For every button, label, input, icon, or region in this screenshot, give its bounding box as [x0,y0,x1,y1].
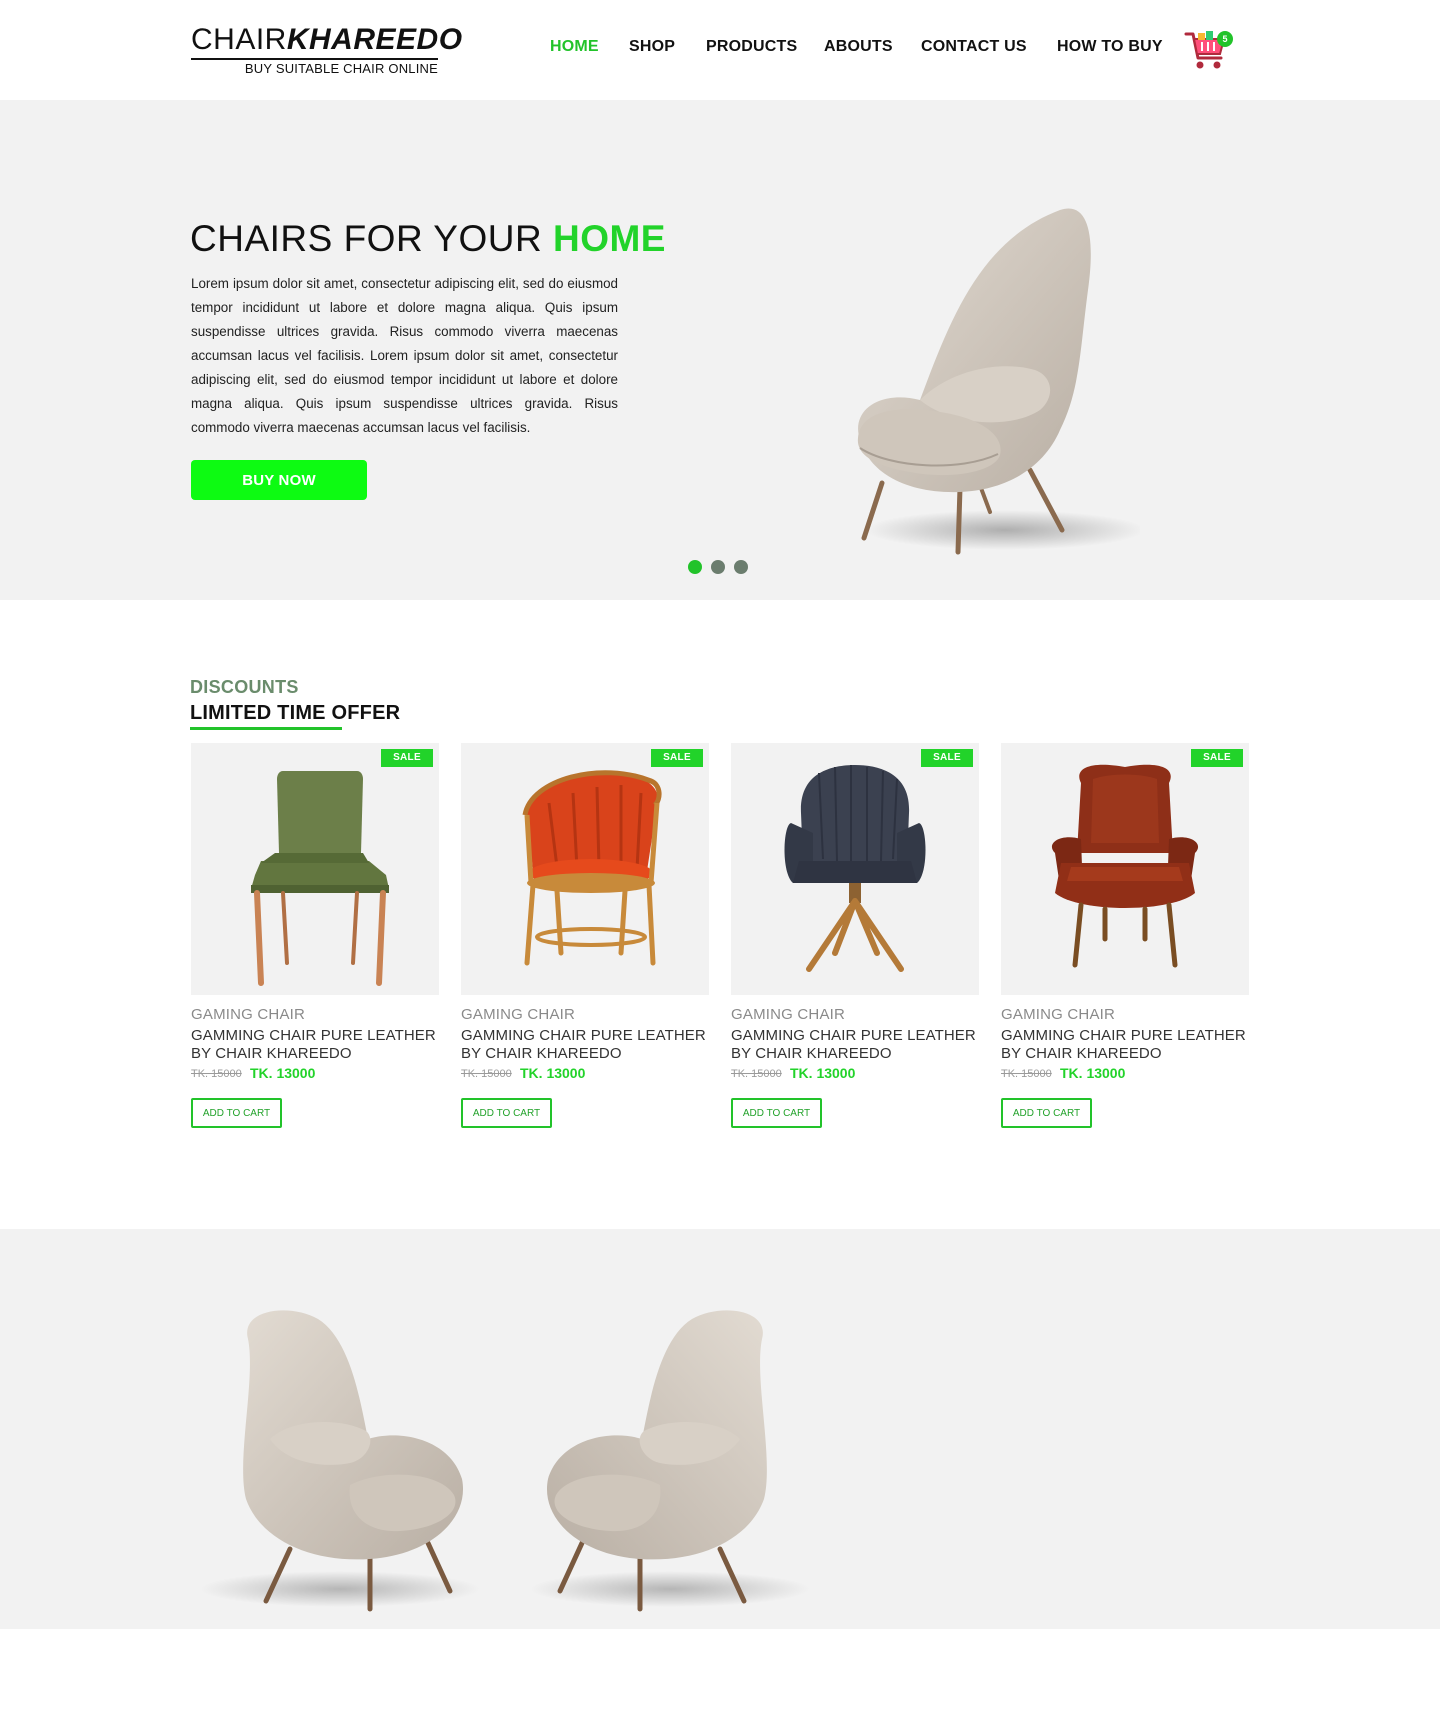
brown-wingback-chair-image [1051,764,1199,968]
nav-shop[interactable]: SHOP [629,38,675,56]
slider-dot-1[interactable] [688,560,702,574]
product-category: GAMING CHAIR [1001,1006,1116,1023]
promo-banner [0,1229,1440,1629]
product-image[interactable]: SALE [1001,743,1249,995]
product-price: TK. 13000 [520,1065,586,1081]
add-to-cart-button[interactable]: ADD TO CART [1001,1098,1092,1128]
sale-badge: SALE [651,749,703,767]
nav-abouts[interactable]: ABOUTS [824,38,893,56]
product-image[interactable]: SALE [731,743,979,995]
hero-banner: CHAIRS FOR YOUR HOME Lorem ipsum dolor s… [0,100,1440,600]
sale-badge: SALE [1191,749,1243,767]
product-card[interactable]: SALE GAMING CHAIR GAMMING CHAIR PURE LEA… [731,743,979,1133]
product-old-price: TK. 15000 [1001,1068,1052,1080]
product-card[interactable]: SALE GAMING CHAIR GAMMING CHAIR PURE LEA… [1001,743,1249,1133]
product-name[interactable]: GAMMING CHAIR PURE LEATHER BY CHAIR KHAR… [461,1027,709,1063]
product-card[interactable]: SALE GAMING CHAIR GAMMING CHAIR PURE LEA… [191,743,439,1133]
orange-barrel-chair-image [522,770,662,966]
buy-now-button[interactable]: BUY NOW [191,460,367,500]
product-old-price: TK. 15000 [731,1068,782,1080]
nav-products[interactable]: PRODUCTS [706,38,797,56]
add-to-cart-button[interactable]: ADD TO CART [461,1098,552,1128]
section-title: LIMITED TIME OFFER [190,702,401,724]
green-dining-chair-image [251,771,389,986]
product-image[interactable]: SALE [461,743,709,995]
lounge-chair-image [200,1310,480,1612]
slider-dot-2[interactable] [711,560,725,574]
cart-button[interactable]: 5 [1184,28,1233,72]
discounts-eyebrow: DISCOUNTS [190,677,299,697]
sale-badge: SALE [921,749,973,767]
product-old-price: TK. 15000 [191,1068,242,1080]
brand-tagline: BUY SUITABLE CHAIR ONLINE [244,61,438,76]
product-name[interactable]: GAMMING CHAIR PURE LEATHER BY CHAIR KHAR… [1001,1027,1249,1063]
sale-badge: SALE [381,749,433,767]
product-card[interactable]: SALE GAMING CHAIR GAMMING CHAIR PURE LEA… [461,743,709,1133]
site-header: CHAIRKHAREEDO BUY SUITABLE CHAIR ONLINE … [0,0,1440,100]
section-title-underline [190,727,342,730]
nav-how-to-buy[interactable]: HOW TO BUY [1057,38,1163,56]
product-old-price: TK. 15000 [461,1068,512,1080]
slider-dots [688,560,757,576]
hero-description: Lorem ipsum dolor sit amet, consectetur … [191,276,618,435]
hero-title-plain: CHAIRS FOR YOUR [190,218,553,259]
product-image[interactable]: SALE [191,743,439,995]
product-name[interactable]: GAMMING CHAIR PURE LEATHER BY CHAIR KHAR… [191,1027,439,1063]
lounge-chair-image [857,208,1140,555]
product-price: TK. 13000 [790,1065,856,1081]
hero-title-accent: HOME [552,218,666,259]
product-category: GAMING CHAIR [731,1006,846,1023]
cart-count-badge: 5 [1217,31,1233,47]
product-price: TK. 13000 [250,1065,316,1081]
product-category: GAMING CHAIR [461,1006,576,1023]
product-category: GAMING CHAIR [191,1006,306,1023]
hero-title: CHAIRS FOR YOUR HOME [190,218,666,260]
add-to-cart-button[interactable]: ADD TO CART [191,1098,282,1128]
add-to-cart-button[interactable]: ADD TO CART [731,1098,822,1128]
product-name[interactable]: GAMMING CHAIR PURE LEATHER BY CHAIR KHAR… [731,1027,979,1063]
navy-armchair-image [784,765,926,972]
nav-home[interactable]: HOME [550,38,599,56]
lounge-chair-image [530,1310,810,1612]
product-price: TK. 13000 [1060,1065,1126,1081]
nav-contact-us[interactable]: CONTACT US [921,38,1027,56]
slider-dot-3[interactable] [734,560,748,574]
